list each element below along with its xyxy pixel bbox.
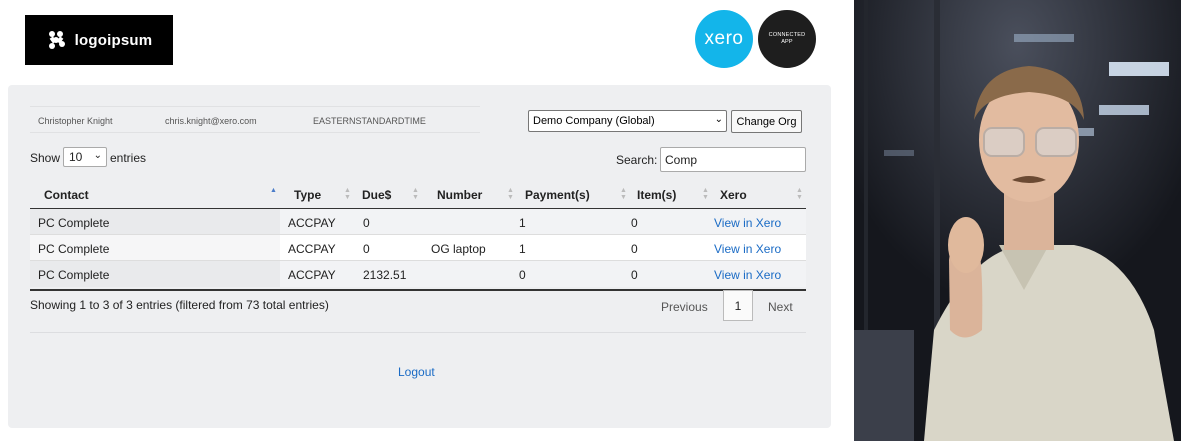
cell-due: 2132.51 bbox=[363, 268, 407, 282]
column-header-number[interactable]: Number bbox=[437, 188, 482, 202]
search-input[interactable]: Comp bbox=[660, 147, 806, 172]
sort-arrows-icon[interactable]: ▲ ▼ bbox=[620, 187, 627, 201]
organisation-select[interactable]: Demo Company (Global) ⌄ bbox=[528, 110, 727, 132]
cell-items: 0 bbox=[631, 268, 638, 282]
main-panel: Christopher Knight chris.knight@xero.com… bbox=[8, 85, 831, 428]
table-header: Contact ▲ Type ▲ ▼ Due$ ▲ ▼ Number ▲ ▼ Paym… bbox=[30, 182, 806, 209]
divider bbox=[30, 332, 806, 333]
show-label: Show bbox=[30, 151, 61, 165]
connected-app-badge: CONNECTED APP bbox=[758, 10, 816, 68]
sort-arrows-icon[interactable]: ▲ ▼ bbox=[344, 187, 351, 201]
invoices-table: Contact ▲ Type ▲ ▼ Due$ ▲ ▼ Number ▲ ▼ Paym… bbox=[30, 182, 806, 291]
cell-type: ACCPAY bbox=[288, 216, 336, 230]
user-email: chris.knight@xero.com bbox=[165, 116, 257, 126]
xero-badge: xero bbox=[695, 10, 753, 68]
entries-label: entries bbox=[110, 151, 147, 165]
cell-due: 0 bbox=[363, 216, 370, 230]
column-header-due[interactable]: Due$ bbox=[362, 188, 391, 202]
next-page-button[interactable]: Next bbox=[768, 300, 793, 314]
reaction-photo bbox=[854, 0, 1181, 441]
table-row: PC Complete ACCPAY 2132.51 0 0 View in X… bbox=[30, 261, 806, 287]
user-timezone: EASTERNSTANDARDTIME bbox=[313, 116, 426, 126]
column-header-xero[interactable]: Xero bbox=[720, 188, 747, 202]
user-info-bar: Christopher Knight chris.knight@xero.com… bbox=[30, 106, 480, 133]
column-header-payments[interactable]: Payment(s) bbox=[525, 188, 590, 202]
cell-type: ACCPAY bbox=[288, 242, 336, 256]
cell-contact: PC Complete bbox=[38, 242, 110, 256]
chevron-down-icon: ⌄ bbox=[93, 150, 102, 161]
logo-text: logoipsum bbox=[74, 31, 153, 49]
column-header-items[interactable]: Item(s) bbox=[637, 188, 676, 202]
view-in-xero-link[interactable]: View in Xero bbox=[714, 242, 781, 256]
sort-arrows-icon[interactable]: ▲ ▼ bbox=[507, 187, 514, 201]
chevron-down-icon: ⌄ bbox=[714, 114, 723, 125]
page: logoipsum xero CONNECTED APP Christopher… bbox=[0, 0, 1181, 441]
cell-type: ACCPAY bbox=[288, 268, 336, 282]
cell-number: OG laptop bbox=[431, 242, 486, 256]
change-org-button[interactable]: Change Org bbox=[731, 110, 802, 133]
page-1-button[interactable]: 1 bbox=[723, 290, 753, 321]
logout-link[interactable]: Logout bbox=[398, 365, 435, 379]
connected-badge-line1: CONNECTED bbox=[768, 32, 806, 38]
cell-payments: 1 bbox=[519, 242, 526, 256]
table-info: Showing 1 to 3 of 3 entries (filtered fr… bbox=[30, 298, 329, 312]
sort-asc-icon[interactable]: ▲ bbox=[270, 187, 277, 194]
cell-xero: View in Xero bbox=[714, 216, 781, 230]
app-logo[interactable]: logoipsum bbox=[25, 15, 173, 65]
sort-arrows-icon[interactable]: ▲ ▼ bbox=[412, 187, 419, 201]
table-row: PC Complete ACCPAY 0 1 0 View in Xero bbox=[30, 209, 806, 235]
cell-xero: View in Xero bbox=[714, 242, 781, 256]
cell-payments: 0 bbox=[519, 268, 526, 282]
cell-payments: 1 bbox=[519, 216, 526, 230]
sort-arrows-icon[interactable]: ▲ ▼ bbox=[796, 187, 803, 201]
cell-contact: PC Complete bbox=[38, 268, 110, 282]
user-name: Christopher Knight bbox=[38, 116, 113, 126]
cell-items: 0 bbox=[631, 242, 638, 256]
cell-due: 0 bbox=[363, 242, 370, 256]
cell-xero: View in Xero bbox=[714, 268, 781, 282]
column-header-contact[interactable]: Contact bbox=[44, 188, 89, 202]
table-bottom-border bbox=[30, 289, 806, 291]
view-in-xero-link[interactable]: View in Xero bbox=[714, 268, 781, 282]
cell-contact: PC Complete bbox=[38, 216, 110, 230]
cell-items: 0 bbox=[631, 216, 638, 230]
xero-badge-text: xero bbox=[704, 28, 744, 49]
previous-page-button[interactable]: Previous bbox=[661, 300, 708, 314]
logo-mark-icon bbox=[48, 31, 65, 49]
organisation-select-value: Demo Company (Global) bbox=[533, 115, 655, 127]
view-in-xero-link[interactable]: View in Xero bbox=[714, 216, 781, 230]
page-size-value: 10 bbox=[69, 150, 83, 164]
sort-arrows-icon[interactable]: ▲ ▼ bbox=[702, 187, 709, 201]
table-row: PC Complete ACCPAY 0 OG laptop 1 0 View … bbox=[30, 235, 806, 261]
column-header-type[interactable]: Type bbox=[294, 188, 321, 202]
page-size-select[interactable]: 10 ⌄ bbox=[63, 147, 107, 167]
connected-badge-line2: APP bbox=[781, 39, 793, 45]
search-label: Search: bbox=[616, 153, 658, 167]
photo-illustration bbox=[854, 0, 1181, 441]
